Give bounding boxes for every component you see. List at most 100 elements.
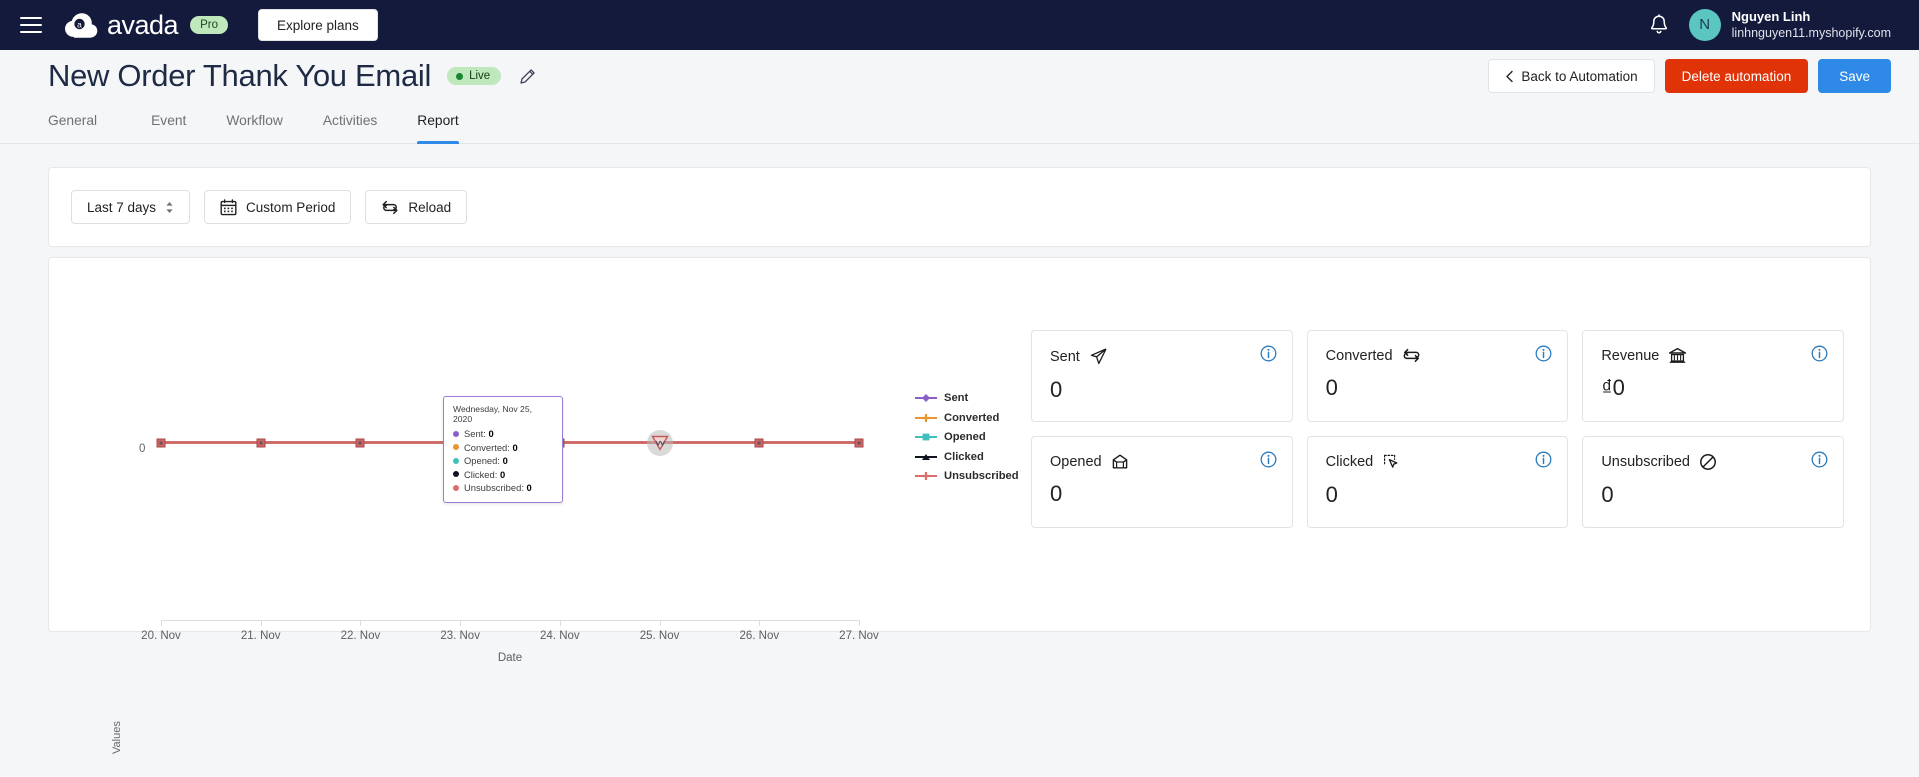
filters-panel: Last 7 days Custom Period Reload <box>48 167 1871 247</box>
notification-bell-icon[interactable] <box>1649 14 1669 36</box>
envelope-open-icon <box>1111 453 1129 470</box>
legend-item-converted[interactable]: Converted <box>915 412 1019 424</box>
reload-button[interactable]: Reload <box>365 190 468 224</box>
chevron-left-icon <box>1505 70 1514 83</box>
stat-card-opened[interactable]: Opened 0 <box>1031 436 1293 528</box>
chart-data-point[interactable] <box>355 438 365 448</box>
stat-card-header: Sent <box>1050 347 1274 366</box>
stat-label: Sent <box>1050 348 1080 365</box>
user-name: Nguyen Linh <box>1731 8 1811 24</box>
back-to-automation-button[interactable]: Back to Automation <box>1488 59 1655 93</box>
legend-label: Opened <box>944 431 986 443</box>
chart-x-tick <box>759 620 761 626</box>
stat-value: 0 <box>1325 482 1338 507</box>
stat-card-clicked[interactable]: Clicked 0 <box>1306 436 1569 528</box>
calendar-icon <box>220 198 237 216</box>
info-circle-icon[interactable] <box>1535 451 1552 468</box>
tab-activities[interactable]: Activities <box>303 110 397 143</box>
pencil-icon[interactable] <box>519 68 536 85</box>
svg-text:a: a <box>77 20 82 30</box>
chart-x-tick-label: 23. Nov <box>440 630 480 642</box>
tab-workflow[interactable]: Workflow <box>206 110 302 143</box>
stat-value: 0 <box>1050 377 1063 402</box>
stat-label: Opened <box>1050 453 1102 470</box>
page-header: New Order Thank You Email Live Back to A… <box>0 50 1919 102</box>
stat-value: 0 <box>1325 375 1338 400</box>
info-circle-icon[interactable] <box>1811 451 1828 468</box>
legend-item-unsubscribed[interactable]: Unsubscribed <box>915 470 1019 482</box>
legend-item-opened[interactable]: Opened <box>915 431 1019 443</box>
stat-card-unsubscribed[interactable]: Unsubscribed 0 <box>1582 436 1844 528</box>
explore-plans-button[interactable]: Explore plans <box>257 9 378 41</box>
chart-x-axis-label: Date <box>497 652 523 664</box>
stat-value: ₫0 <box>1601 375 1625 400</box>
stat-value: 0 <box>1050 481 1063 506</box>
info-circle-icon[interactable] <box>1535 345 1552 362</box>
date-range-select[interactable]: Last 7 days <box>71 190 191 224</box>
legend-marker-icon <box>915 471 937 481</box>
info-circle-icon[interactable] <box>1811 345 1828 362</box>
avatar: N <box>1688 8 1721 41</box>
chart-data-point[interactable] <box>854 438 864 448</box>
report-chart: Values 0 20. Nov 21. Nov 22. Nov 23. Nov 24.… <box>75 284 1019 754</box>
chart-data-point[interactable] <box>156 438 166 448</box>
chart-hover-point[interactable] <box>651 435 669 451</box>
info-circle-icon[interactable] <box>1260 345 1277 362</box>
custom-period-label: Custom Period <box>246 199 336 215</box>
legend-marker-icon <box>915 413 937 423</box>
reload-label: Reload <box>408 199 452 215</box>
tab-general[interactable]: General <box>48 110 117 143</box>
tooltip-row: Unsubscribed: 0 <box>453 482 553 493</box>
chart-x-tick <box>260 620 262 626</box>
chart-x-tick <box>859 620 860 626</box>
stat-card-sent[interactable]: Sent 0 <box>1031 330 1293 422</box>
status-dot-icon <box>456 72 464 80</box>
avada-cloud-icon: a <box>64 10 98 40</box>
tab-report[interactable]: Report <box>397 110 478 144</box>
stat-label: Converted <box>1325 347 1393 364</box>
date-range-value: Last 7 days <box>87 199 157 215</box>
stat-card-revenue[interactable]: Revenue ₫0 <box>1582 330 1844 422</box>
save-button[interactable]: Save <box>1818 59 1891 93</box>
chart-tooltip: Wednesday, Nov 25, 2020 Sent: 0 Converted… <box>443 396 563 503</box>
legend-label: Clicked <box>944 450 984 463</box>
legend-marker-icon <box>915 393 937 403</box>
stat-cards-grid: Sent 0 Converted 0 Revenue ₫0 Opened 0 C… <box>1031 284 1844 601</box>
exchange-arrows-icon <box>1402 347 1421 364</box>
filter-row: Last 7 days Custom Period Reload <box>71 190 1848 224</box>
chart-data-point[interactable] <box>256 438 266 448</box>
info-circle-icon[interactable] <box>1260 451 1277 468</box>
header-actions: Back to Automation Delete automation Sav… <box>1488 59 1891 93</box>
delete-automation-button[interactable]: Delete automation <box>1664 59 1809 93</box>
user-account-menu[interactable]: N Nguyen Linh linhnguyen11.myshopify.com <box>1688 8 1891 42</box>
chart-x-tick-label: 20. Nov <box>141 630 181 642</box>
back-to-automation-label: Back to Automation <box>1521 68 1638 84</box>
chart-x-tick-label: 27. Nov <box>839 630 879 642</box>
plan-badge: Pro <box>190 16 228 34</box>
hamburger-menu-icon[interactable] <box>20 17 42 33</box>
legend-item-sent[interactable]: Sent <box>915 392 1019 404</box>
chart-data-point[interactable] <box>754 438 764 448</box>
tooltip-rows: Sent: 0 Converted: 0 Opened: 0 Clicked: 0 Un… <box>453 428 553 493</box>
brand-name: avada <box>107 9 179 40</box>
cursor-click-icon <box>1382 453 1401 471</box>
legend-item-clicked[interactable]: Clicked <box>915 451 1019 463</box>
stat-card-header: Opened <box>1050 453 1274 470</box>
stat-card-converted[interactable]: Converted 0 <box>1306 330 1569 422</box>
tooltip-row: Converted: 0 <box>453 442 553 453</box>
custom-period-button[interactable]: Custom Period <box>204 190 352 224</box>
chart-x-tick <box>460 620 462 626</box>
stat-label: Unsubscribed <box>1601 454 1690 470</box>
tab-bar: General Event Workflow Activities Report <box>0 102 1919 144</box>
stat-label: Revenue <box>1601 347 1660 364</box>
tooltip-row: Opened: 0 <box>453 455 553 466</box>
brand-logo-group[interactable]: a avada Pro <box>64 10 228 41</box>
report-content: Last 7 days Custom Period Reload Values … <box>0 144 1919 754</box>
tooltip-row: Sent: 0 <box>453 428 553 439</box>
chart-x-tick-label: 24. Nov <box>540 630 580 642</box>
chart-x-tick <box>659 620 661 626</box>
legend-label: Converted <box>944 411 1000 424</box>
tab-event[interactable]: Event <box>131 110 206 143</box>
bank-icon <box>1668 347 1687 364</box>
legend-marker-icon <box>915 432 937 442</box>
